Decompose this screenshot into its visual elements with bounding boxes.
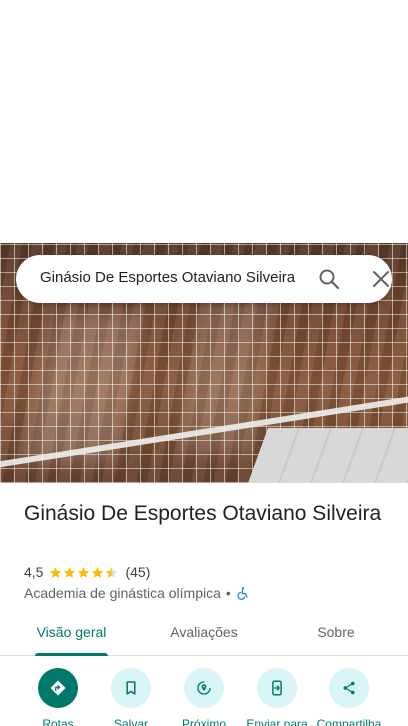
tab-overview[interactable]: Visão geral bbox=[35, 624, 108, 640]
category-row: Academia de ginástica olímpica • bbox=[24, 584, 250, 602]
star-icon bbox=[92, 566, 104, 578]
bookmark-icon bbox=[126, 681, 136, 695]
send-to-phone-icon bbox=[272, 680, 282, 696]
star-icon bbox=[50, 566, 62, 578]
place-title: Ginásio De Esportes Otaviano Silveira bbox=[24, 502, 382, 525]
search-bar[interactable]: Ginásio De Esportes Otaviano Silveira bbox=[16, 255, 392, 303]
map-area bbox=[0, 0, 408, 243]
save-label: Salvar bbox=[113, 717, 148, 726]
share-icon bbox=[343, 681, 355, 695]
half-star-icon bbox=[106, 566, 118, 578]
share-button[interactable]: Compartilha bbox=[312, 668, 386, 726]
send-to-phone-label: Enviar para bbox=[246, 717, 308, 726]
close-icon[interactable] bbox=[369, 267, 393, 291]
action-bar: Rotas Salvar Próximo Enviar para Compart… bbox=[0, 668, 408, 726]
share-label: Compartilha bbox=[316, 717, 382, 726]
directions-icon bbox=[50, 680, 66, 696]
tab-about[interactable]: Sobre bbox=[306, 624, 366, 640]
separator: • bbox=[225, 585, 231, 601]
active-tab-indicator bbox=[35, 653, 108, 656]
search-icon[interactable] bbox=[317, 267, 341, 291]
nearby-icon bbox=[197, 681, 211, 695]
directions-button[interactable]: Rotas bbox=[21, 668, 95, 726]
save-button[interactable]: Salvar bbox=[94, 668, 168, 726]
star-icon bbox=[78, 566, 90, 578]
rating-value: 4,5 bbox=[24, 564, 44, 580]
tab-reviews[interactable]: Avaliações bbox=[162, 624, 246, 640]
nearby-label: Próximo bbox=[181, 717, 226, 726]
search-input[interactable]: Ginásio De Esportes Otaviano Silveira bbox=[40, 269, 302, 286]
rating-row[interactable]: 4,5 (45) bbox=[24, 563, 150, 581]
review-count[interactable]: (45) bbox=[125, 564, 150, 580]
tab-bar: Visão geral Avaliações Sobre bbox=[0, 612, 408, 656]
star-rating bbox=[49, 566, 119, 579]
nearby-button[interactable]: Próximo bbox=[167, 668, 241, 726]
floor-tiles bbox=[248, 428, 408, 483]
send-to-phone-button[interactable]: Enviar para bbox=[240, 668, 314, 726]
directions-label: Rotas bbox=[42, 717, 74, 726]
star-icon bbox=[64, 566, 76, 578]
place-category: Academia de ginástica olímpica bbox=[24, 585, 221, 601]
wheelchair-icon bbox=[237, 587, 248, 600]
